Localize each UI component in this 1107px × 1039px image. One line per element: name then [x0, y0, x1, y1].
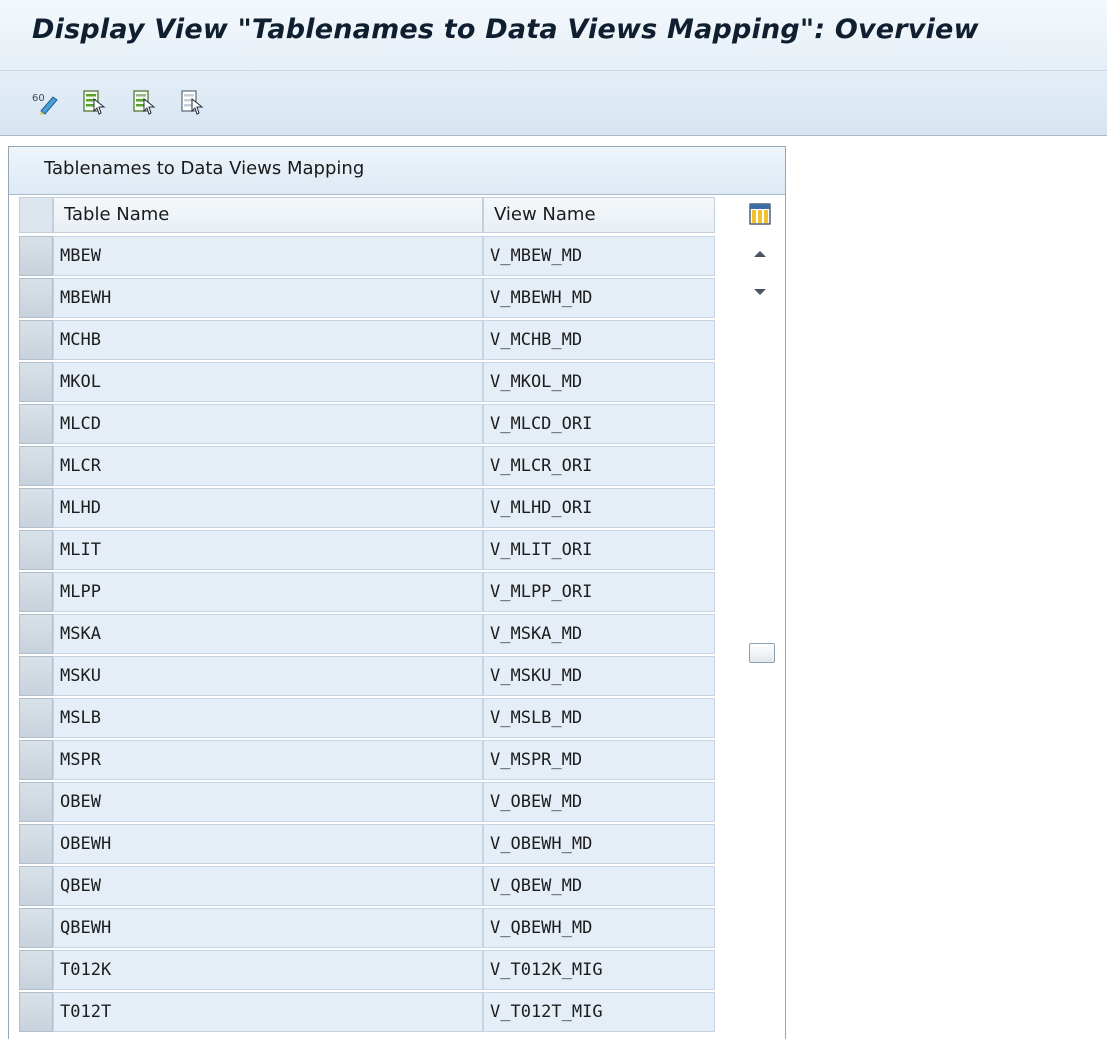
row-selector[interactable] [19, 656, 53, 696]
row-selector[interactable] [19, 614, 53, 654]
application-toolbar: 60 [0, 71, 1107, 136]
table-name-cell[interactable]: MSKA [53, 614, 483, 654]
select-all-button[interactable] [80, 88, 108, 116]
table-name-cell[interactable]: MLIT [53, 530, 483, 570]
view-name-cell[interactable]: V_MLHD_ORI [483, 488, 715, 528]
table-name-cell[interactable]: OBEWH [53, 824, 483, 864]
row-selector[interactable] [19, 236, 53, 276]
table-name-cell[interactable]: MLHD [53, 488, 483, 528]
view-name-cell[interactable]: V_MLPP_ORI [483, 572, 715, 612]
row-selector[interactable] [19, 572, 53, 612]
row-selector[interactable] [19, 530, 53, 570]
column-header-table-name[interactable]: Table Name [53, 197, 483, 233]
scroll-down-button[interactable] [749, 281, 771, 303]
display-change-button[interactable]: 60 [32, 88, 60, 116]
select-block-button[interactable] [130, 88, 158, 116]
row-selector[interactable] [19, 992, 53, 1032]
row-selector[interactable] [19, 320, 53, 360]
row-selector[interactable] [19, 950, 53, 990]
row-selector[interactable] [19, 446, 53, 486]
view-name-cell[interactable]: V_MCHB_MD [483, 320, 715, 360]
row-selector[interactable] [19, 866, 53, 906]
select-all-icon [83, 90, 106, 115]
table-name-cell[interactable]: T012K [53, 950, 483, 990]
table-name-cell[interactable]: QBEWH [53, 908, 483, 948]
table-name-cell[interactable]: OBEW [53, 782, 483, 822]
row-selector[interactable] [19, 362, 53, 402]
row-selector[interactable] [19, 404, 53, 444]
table-name-cell[interactable]: QBEW [53, 866, 483, 906]
table-name-cell[interactable]: MCHB [53, 320, 483, 360]
row-selector[interactable] [19, 278, 53, 318]
column-settings-icon [749, 203, 771, 225]
table-control: Tablenames to Data Views Mapping Table N… [8, 146, 786, 1039]
row-selector[interactable] [19, 488, 53, 528]
page-title: Display View "Tablenames to Data Views M… [32, 14, 979, 45]
table-name-cell[interactable]: MSLB [53, 698, 483, 738]
view-name-cell[interactable]: V_MSPR_MD [483, 740, 715, 780]
table-name-cell[interactable]: MKOL [53, 362, 483, 402]
row-selector[interactable] [19, 908, 53, 948]
row-selector[interactable] [19, 824, 53, 864]
view-name-cell[interactable]: V_T012K_MIG [483, 950, 715, 990]
view-name-cell[interactable]: V_MBEWH_MD [483, 278, 715, 318]
view-name-cell[interactable]: V_MSLB_MD [483, 698, 715, 738]
select-block-icon [133, 90, 156, 115]
view-name-cell[interactable]: V_MBEW_MD [483, 236, 715, 276]
table-name-cell[interactable]: MLCD [53, 404, 483, 444]
display-change-icon: 60 [32, 93, 58, 115]
view-name-cell[interactable]: V_MLCD_ORI [483, 404, 715, 444]
deselect-all-button[interactable] [178, 88, 206, 116]
scroll-up-button[interactable] [749, 243, 771, 265]
triangle-up-icon [754, 251, 766, 257]
view-name-cell[interactable]: V_MKOL_MD [483, 362, 715, 402]
table-name-cell[interactable]: MSKU [53, 656, 483, 696]
table-settings-button[interactable] [749, 203, 771, 225]
svg-text:60: 60 [32, 93, 45, 104]
view-name-cell[interactable]: V_QBEW_MD [483, 866, 715, 906]
row-selector[interactable] [19, 698, 53, 738]
vertical-scrollbar[interactable] [747, 311, 773, 1039]
view-name-cell[interactable]: V_MLCR_ORI [483, 446, 715, 486]
view-name-cell[interactable]: V_OBEWH_MD [483, 824, 715, 864]
view-name-cell[interactable]: V_MSKA_MD [483, 614, 715, 654]
table-name-cell[interactable]: MLPP [53, 572, 483, 612]
view-name-cell[interactable]: V_T012T_MIG [483, 992, 715, 1032]
view-name-cell[interactable]: V_MSKU_MD [483, 656, 715, 696]
row-selector[interactable] [19, 782, 53, 822]
table-name-cell[interactable]: T012T [53, 992, 483, 1032]
triangle-down-icon [754, 289, 766, 295]
column-header-view-name[interactable]: View Name [483, 197, 715, 233]
view-name-cell[interactable]: V_QBEWH_MD [483, 908, 715, 948]
table-name-cell[interactable]: MBEW [53, 236, 483, 276]
table-title-bar: Tablenames to Data Views Mapping [9, 147, 785, 195]
deselect-all-icon [181, 90, 204, 115]
table-name-cell[interactable]: MLCR [53, 446, 483, 486]
select-all-rows-corner[interactable] [19, 197, 53, 233]
table-title: Tablenames to Data Views Mapping [44, 158, 365, 179]
scroll-thumb[interactable] [749, 643, 775, 663]
table-name-cell[interactable]: MBEWH [53, 278, 483, 318]
view-name-cell[interactable]: V_MLIT_ORI [483, 530, 715, 570]
title-bar: Display View "Tablenames to Data Views M… [0, 0, 1107, 71]
table-name-cell[interactable]: MSPR [53, 740, 483, 780]
row-selector[interactable] [19, 740, 53, 780]
view-name-cell[interactable]: V_OBEW_MD [483, 782, 715, 822]
